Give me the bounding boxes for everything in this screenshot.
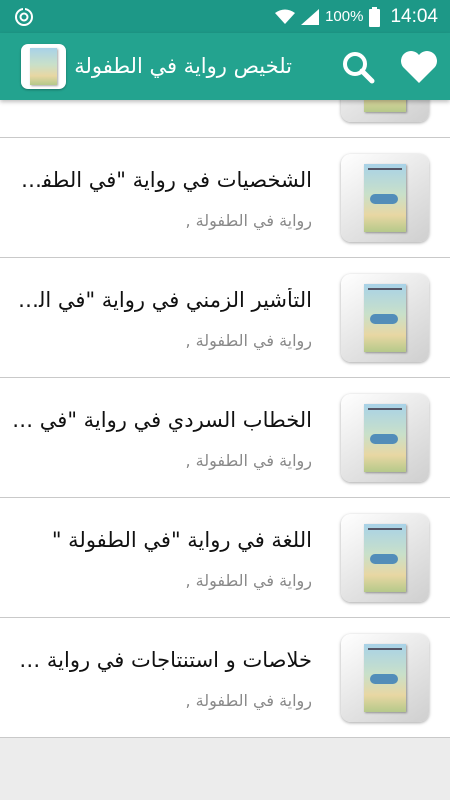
- item-subtitle: رواية في الطفولة ,: [185, 691, 312, 710]
- book-cover-thumbnail: [341, 634, 429, 722]
- battery-percent: 100%: [325, 8, 364, 25]
- item-title: اللغة في رواية "في الطفولة ": [51, 528, 312, 552]
- topics-list: الشخصيات في رواية "في الطفولة" رواية في …: [0, 100, 450, 738]
- book-cover-thumbnail: [341, 514, 429, 602]
- item-subtitle: رواية في الطفولة ,: [185, 571, 312, 590]
- empty-area: [0, 738, 450, 800]
- list-item[interactable]: اللغة في رواية "في الطفولة " رواية في ال…: [0, 498, 450, 618]
- list-item[interactable]: الخطاب السردي في رواية "في الطفولة" رواي…: [0, 378, 450, 498]
- heart-icon[interactable]: [400, 50, 438, 84]
- signal-icon: [301, 8, 320, 25]
- item-subtitle: رواية في الطفولة ,: [185, 331, 312, 350]
- book-cover-thumbnail: [341, 100, 429, 122]
- wifi-icon: [275, 9, 296, 24]
- item-title: التأشير الزمني في رواية "في الطفولة": [12, 288, 312, 312]
- book-cover-thumbnail: [341, 154, 429, 242]
- sync-icon: [15, 7, 33, 26]
- item-title: الخطاب السردي في رواية "في الطفولة": [12, 408, 312, 432]
- item-title: الشخصيات في رواية "في الطفولة": [12, 168, 312, 192]
- app-bar: تلخيص رواية في الطفولة: [0, 33, 450, 100]
- app-logo: [21, 44, 66, 89]
- app-title: تلخيص رواية في الطفولة: [74, 54, 292, 78]
- book-cover-thumbnail: [341, 394, 429, 482]
- list-item[interactable]: الشخصيات في رواية "في الطفولة" رواية في …: [0, 138, 450, 258]
- battery-icon: [369, 6, 381, 27]
- list-item[interactable]: التأشير الزمني في رواية "في الطفولة" روا…: [0, 258, 450, 378]
- clock: 14:04: [390, 5, 438, 27]
- item-title: خلاصات و استنتاجات في رواية في الطفولة: [12, 648, 312, 672]
- status-bar: 100% 14:04: [0, 0, 450, 33]
- list-item[interactable]: خلاصات و استنتاجات في رواية في الطفولة ر…: [0, 618, 450, 738]
- list-item[interactable]: [0, 100, 450, 138]
- item-subtitle: رواية في الطفولة ,: [185, 211, 312, 230]
- search-icon[interactable]: [341, 50, 375, 84]
- book-cover-thumbnail: [341, 274, 429, 362]
- item-subtitle: رواية في الطفولة ,: [185, 451, 312, 470]
